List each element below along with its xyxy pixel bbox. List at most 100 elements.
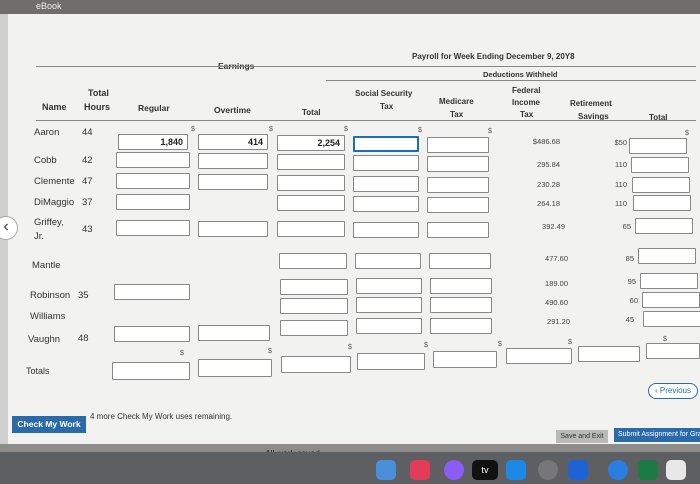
robinson-regular-field[interactable] bbox=[114, 284, 190, 300]
totals-fit-field[interactable] bbox=[506, 348, 572, 364]
griffey-ss-tax-field[interactable] bbox=[353, 222, 419, 238]
williams-total-deductions-field[interactable] bbox=[642, 292, 700, 308]
vaughn-fit-value: 291.20 bbox=[547, 317, 570, 326]
vaughn-overtime-field[interactable] bbox=[198, 325, 270, 341]
app-store-icon[interactable] bbox=[506, 460, 526, 480]
mantle-fit-value: 477.60 bbox=[545, 254, 568, 263]
save-and-exit-button[interactable]: Save and Exit bbox=[556, 430, 608, 443]
vaughn-regular-field[interactable] bbox=[114, 326, 190, 342]
mantle-medicare-field[interactable] bbox=[429, 253, 491, 269]
clemente-regular-field[interactable] bbox=[116, 173, 190, 189]
dollar-sign: $ bbox=[498, 341, 502, 348]
totals-medicare-field[interactable] bbox=[433, 351, 497, 368]
app-icon[interactable] bbox=[410, 460, 430, 480]
dollar-sign: $ bbox=[268, 348, 272, 355]
zoom-icon[interactable] bbox=[568, 460, 588, 480]
totals-deductions-field[interactable] bbox=[646, 343, 700, 359]
safari-icon[interactable] bbox=[608, 460, 628, 480]
aaron-regular-field[interactable]: 1,840 bbox=[118, 134, 188, 150]
griffey-total-deductions-field[interactable] bbox=[635, 218, 693, 234]
dimaggio-total-field[interactable] bbox=[277, 195, 345, 211]
vaughn-medicare-field[interactable] bbox=[430, 318, 492, 334]
clemente-medicare-field[interactable] bbox=[427, 177, 489, 193]
griffey-overtime-field[interactable] bbox=[198, 221, 268, 237]
regular-header: Regular bbox=[138, 103, 170, 113]
vaughn-ss-tax-field[interactable] bbox=[356, 318, 422, 334]
apple-tv-icon[interactable]: tv bbox=[472, 460, 498, 480]
total-hours-header-1: Total bbox=[88, 88, 109, 98]
excel-icon[interactable] bbox=[638, 460, 658, 480]
dimaggio-ss-tax-field[interactable] bbox=[353, 196, 419, 212]
dimaggio-medicare-field[interactable] bbox=[427, 197, 489, 213]
dollar-sign: $ bbox=[488, 128, 492, 135]
name-header: Name bbox=[42, 102, 67, 112]
check-remaining-note: 4 more Check My Work uses remaining. bbox=[90, 412, 233, 421]
totals-retirement-field[interactable] bbox=[578, 346, 640, 362]
cobb-regular-field[interactable] bbox=[116, 152, 190, 168]
vaughn-total-field[interactable] bbox=[280, 320, 348, 336]
dimaggio-total-deductions-field[interactable] bbox=[633, 195, 691, 211]
previous-button[interactable]: ‹ Previous bbox=[648, 383, 698, 399]
dollar-sign: $ bbox=[348, 344, 352, 351]
aaron-fit-value: $486.68 bbox=[532, 137, 560, 146]
row-griffey-hours: 43 bbox=[82, 224, 93, 235]
totals-overtime-field[interactable] bbox=[198, 359, 272, 377]
robinson-total-field[interactable] bbox=[280, 279, 348, 295]
dimaggio-regular-field[interactable] bbox=[116, 194, 190, 210]
cobb-total-deductions-field[interactable] bbox=[631, 157, 689, 173]
deductions-total-header: Total bbox=[649, 113, 668, 122]
griffey-medicare-field[interactable] bbox=[427, 222, 489, 238]
clemente-total-deductions-field[interactable] bbox=[632, 177, 690, 193]
dollar-sign: $ bbox=[685, 130, 689, 137]
robinson-medicare-field[interactable] bbox=[430, 278, 492, 294]
williams-ss-tax-field[interactable] bbox=[356, 297, 422, 313]
mantle-total-deductions-field[interactable] bbox=[638, 248, 696, 264]
payroll-title: Payroll for Week Ending December 9, 20Y8 bbox=[412, 52, 575, 61]
vaughn-total-deductions-field[interactable] bbox=[643, 311, 700, 327]
williams-medicare-field[interactable] bbox=[430, 297, 492, 313]
williams-total-field[interactable] bbox=[280, 298, 348, 314]
check-my-work-button[interactable]: Check My Work bbox=[12, 416, 86, 433]
totals-regular-field[interactable] bbox=[112, 362, 190, 380]
robinson-ss-tax-field[interactable] bbox=[356, 278, 422, 294]
settings-icon[interactable] bbox=[538, 460, 558, 480]
cobb-overtime-field[interactable] bbox=[198, 153, 268, 169]
finder-icon[interactable] bbox=[666, 460, 686, 480]
vaughn-retirement-value: 45 bbox=[625, 315, 634, 324]
cobb-medicare-field[interactable] bbox=[427, 156, 489, 172]
tab-ebook[interactable]: eBook bbox=[36, 1, 62, 11]
williams-fit-value: 490.60 bbox=[545, 298, 568, 307]
griffey-total-field[interactable] bbox=[277, 221, 345, 237]
robinson-total-deductions-field[interactable] bbox=[640, 273, 698, 289]
retirement-header-1: Retirement bbox=[570, 99, 612, 108]
cobb-ss-tax-field[interactable] bbox=[353, 155, 419, 171]
row-aaron-name: Aaron bbox=[34, 127, 60, 138]
dollar-sign: $ bbox=[663, 336, 667, 343]
clemente-overtime-field[interactable] bbox=[198, 174, 268, 190]
aaron-overtime-field[interactable]: 414 bbox=[198, 134, 268, 150]
aaron-ss-tax-field[interactable] bbox=[353, 136, 419, 152]
dollar-sign: $ bbox=[424, 342, 428, 349]
dollar-sign: $ bbox=[568, 339, 572, 346]
mantle-ss-tax-field[interactable] bbox=[355, 253, 421, 269]
podcasts-icon[interactable] bbox=[444, 460, 464, 480]
mantle-total-field[interactable] bbox=[279, 253, 347, 269]
totals-total-field[interactable] bbox=[281, 356, 351, 373]
aaron-medicare-field[interactable] bbox=[427, 137, 489, 153]
clemente-ss-tax-field[interactable] bbox=[353, 176, 419, 192]
app-icon[interactable] bbox=[376, 460, 396, 480]
totals-ss-tax-field[interactable] bbox=[357, 353, 425, 370]
submit-assignment-button[interactable]: Submit Assignment for Grading bbox=[614, 428, 700, 442]
griffey-fit-value: 392.49 bbox=[542, 222, 565, 231]
fit-header-1: Federal bbox=[512, 86, 541, 95]
clemente-total-field[interactable] bbox=[277, 175, 345, 191]
griffey-regular-field[interactable] bbox=[116, 220, 190, 236]
totals-label: Totals bbox=[26, 366, 50, 376]
medicare-header-2: Tax bbox=[450, 110, 464, 119]
aaron-total-deductions-field[interactable] bbox=[629, 138, 687, 154]
robinson-fit-value: 189.00 bbox=[545, 279, 568, 288]
aaron-total-field[interactable]: 2,254 bbox=[277, 135, 345, 151]
cobb-fit-value: 295.84 bbox=[537, 160, 560, 169]
cobb-total-field[interactable] bbox=[277, 154, 345, 170]
row-robinson-hours: 35 bbox=[78, 290, 89, 301]
